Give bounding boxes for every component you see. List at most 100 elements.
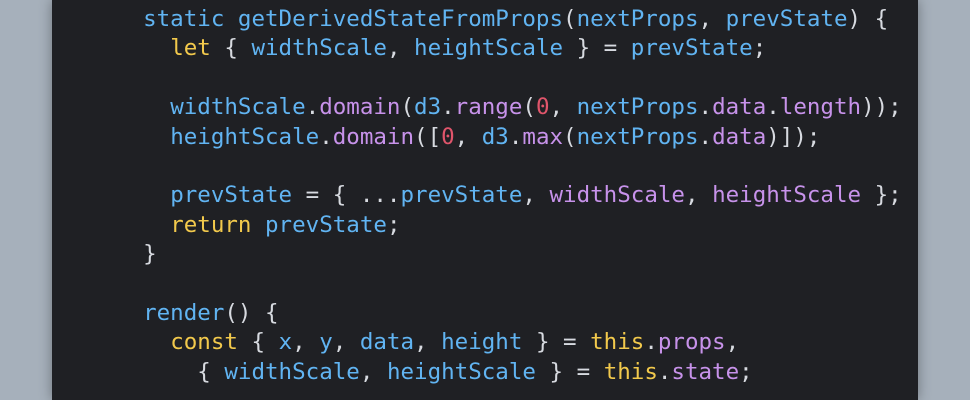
code-token: nextProps xyxy=(576,123,699,150)
code-token: = { ... xyxy=(292,182,401,209)
code-token: heightScale xyxy=(386,358,536,385)
code-token: ( xyxy=(563,123,577,150)
code-token: } xyxy=(116,241,157,268)
code-token: . xyxy=(319,123,333,150)
code-token: prevState xyxy=(630,35,753,62)
code-token: )]); xyxy=(766,123,821,150)
code-token: d3 xyxy=(481,123,509,150)
code-token: { xyxy=(237,329,279,356)
code-token: heightScale xyxy=(170,123,320,150)
code-token: heightScale xyxy=(414,35,564,62)
code-token: . xyxy=(698,123,713,150)
code-token: prevState xyxy=(725,6,848,32)
code-token: domain xyxy=(332,123,415,150)
code-token: prevState xyxy=(265,211,387,238)
code-token: x xyxy=(278,329,293,356)
code-token: max xyxy=(522,123,564,150)
code-token: data xyxy=(359,329,415,356)
code-line: heightScale.domain([0, d3.max(nextProps.… xyxy=(116,123,902,152)
code-token: widthScale xyxy=(549,182,685,209)
code-token: . xyxy=(766,94,780,121)
code-token: heightScale xyxy=(712,182,862,209)
code-token: render xyxy=(143,299,225,326)
code-token: , xyxy=(414,329,442,356)
code-token: height xyxy=(441,329,523,356)
code-token: widthScale xyxy=(251,35,387,62)
code-token: }; xyxy=(861,182,902,209)
code-token: getDerivedStateFromProps xyxy=(237,6,564,32)
code-token: ( xyxy=(400,94,415,121)
code-token: ( xyxy=(522,94,536,121)
code-token: () { xyxy=(224,299,279,326)
code-token: state xyxy=(671,358,740,385)
code-token: } = xyxy=(535,358,604,385)
code-token: , xyxy=(454,123,482,150)
code-token: . xyxy=(644,329,658,356)
code-token: this xyxy=(590,329,645,356)
code-token: widthScale xyxy=(224,358,360,385)
code-token: . xyxy=(305,94,320,121)
code-token: , xyxy=(359,358,387,385)
code-line: let { widthScale, heightScale } = prevSt… xyxy=(116,34,902,63)
code-token: 0 xyxy=(535,94,550,121)
code-line: prevState = { ...prevState, widthScale, … xyxy=(116,181,902,210)
code-token: length xyxy=(779,94,862,121)
code-token: ) { xyxy=(847,6,889,32)
code-line: { widthScale, heightScale } = this.state… xyxy=(116,358,902,387)
code-line: const { x, y, data, height } = this.prop… xyxy=(116,328,902,357)
code-token: )); xyxy=(861,94,902,121)
code-token: 0 xyxy=(441,123,455,150)
code-token: , xyxy=(698,6,726,32)
code-token: range xyxy=(454,94,523,121)
code-token: data xyxy=(712,94,767,121)
code-token: nextProps xyxy=(576,6,699,32)
code-token: props xyxy=(657,329,726,356)
code-token: const xyxy=(170,329,238,356)
code-token: } = xyxy=(522,329,591,356)
code-token: d3 xyxy=(414,94,442,121)
code-token: . xyxy=(657,358,672,385)
code-token: static xyxy=(143,6,225,32)
code-block: static getDerivedStateFromProps(nextProp… xyxy=(116,5,902,387)
code-token: y xyxy=(319,329,333,356)
code-token: { xyxy=(210,35,252,62)
code-token: . xyxy=(698,94,713,121)
code-line: } xyxy=(116,240,902,269)
code-token: , xyxy=(522,182,550,209)
code-line: static getDerivedStateFromProps(nextProp… xyxy=(116,5,902,34)
code-token: { xyxy=(116,358,225,385)
code-line: return prevState; xyxy=(116,211,902,240)
code-token: prevState xyxy=(400,182,523,209)
code-token: nextProps xyxy=(576,94,699,121)
code-token: , xyxy=(386,35,415,62)
code-token: , xyxy=(292,329,320,356)
code-token: . xyxy=(441,94,455,121)
code-token: ([ xyxy=(414,123,442,150)
code-token: return xyxy=(170,211,252,238)
code-token: prevState xyxy=(170,182,293,209)
code-line: widthScale.domain(d3.range(0, nextProps.… xyxy=(116,93,902,122)
code-token: this xyxy=(603,358,658,385)
code-token: ; xyxy=(739,358,753,385)
code-token: . xyxy=(508,123,523,150)
code-token: , xyxy=(684,182,713,209)
code-token: , xyxy=(332,329,360,356)
code-token: widthScale xyxy=(170,94,306,121)
code-token: ; xyxy=(752,35,767,62)
code-line: render() { xyxy=(116,299,902,328)
code-token: , xyxy=(725,329,740,356)
code-token: } = xyxy=(563,35,631,62)
